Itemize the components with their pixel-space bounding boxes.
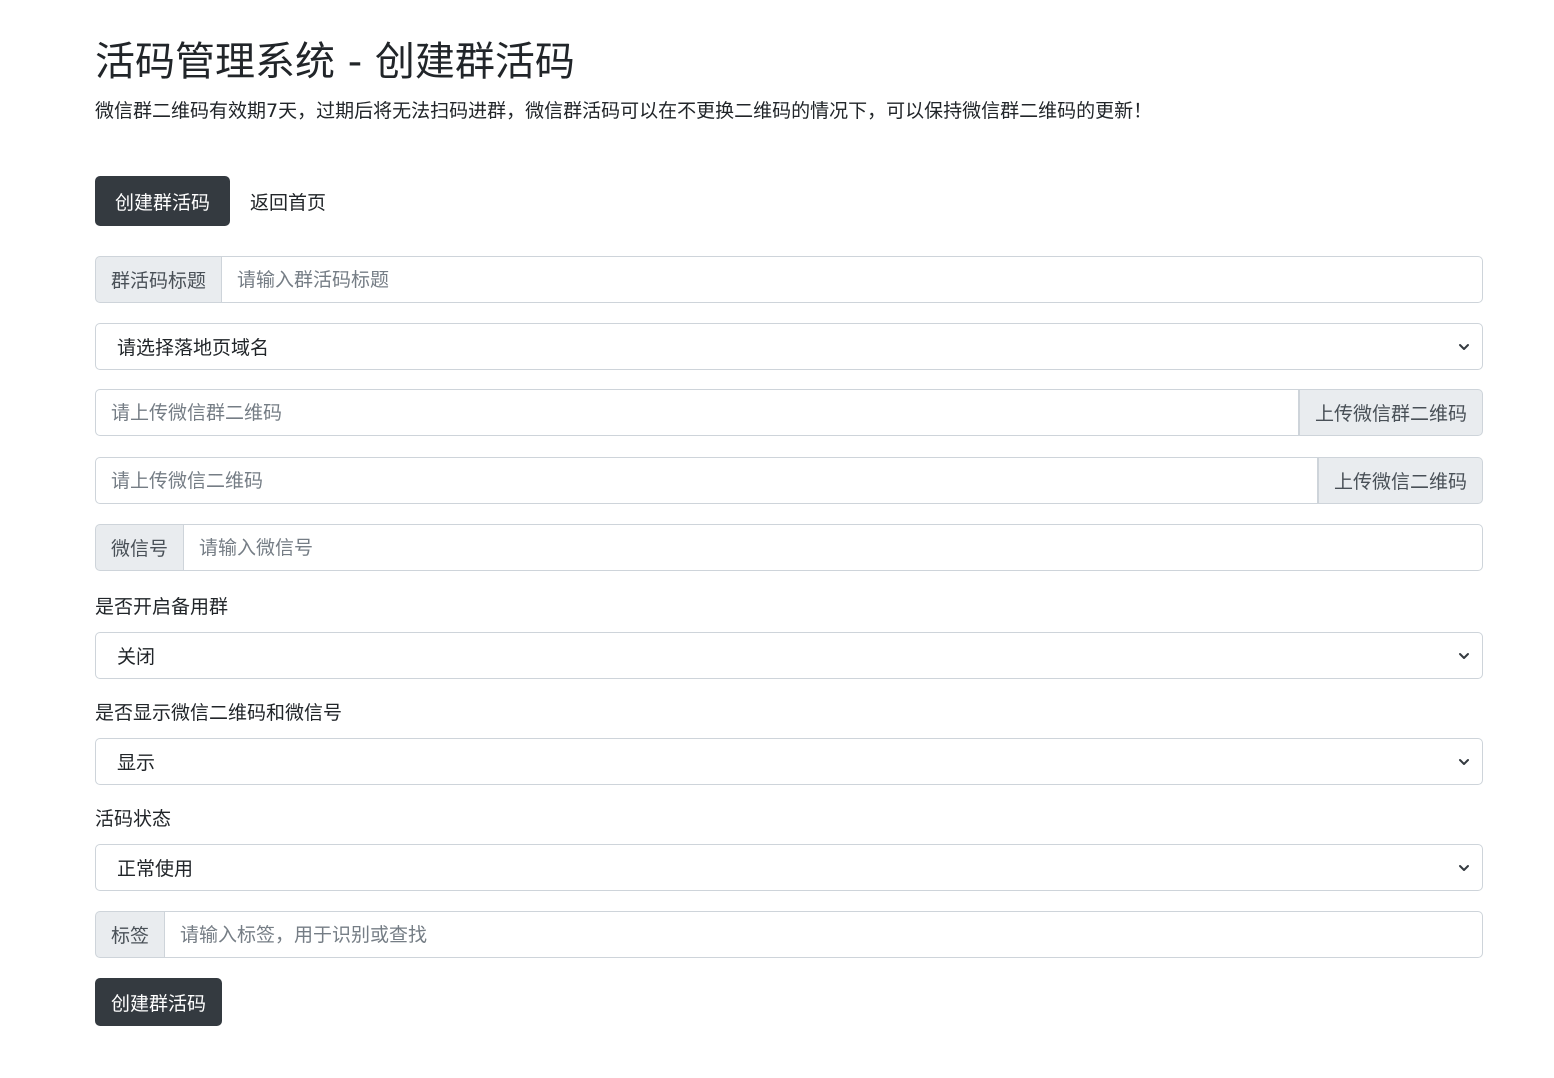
wechat-id-input[interactable] — [183, 524, 1483, 571]
wechat-id-input-group: 微信号 — [95, 524, 1483, 571]
group-qr-row: 上传微信群二维码 — [95, 389, 1483, 436]
wechat-qr-row: 上传微信二维码 — [95, 457, 1483, 504]
domain-select-value: 请选择落地页域名 — [117, 337, 270, 359]
title-input[interactable] — [221, 256, 1483, 303]
show-wechat-row: 是否显示微信二维码和微信号 — [95, 700, 1483, 726]
chevron-down-icon — [1459, 343, 1469, 350]
status-select-value: 正常使用 — [117, 858, 194, 880]
tag-input-group: 标签 — [95, 911, 1483, 958]
chevron-down-icon — [1459, 758, 1469, 765]
nav-pills: 创建群活码 返回首页 — [95, 176, 346, 226]
title-addon: 群活码标题 — [95, 256, 222, 303]
upload-wechat-qr-button[interactable]: 上传微信二维码 — [1317, 457, 1483, 504]
group-qr-input[interactable] — [95, 389, 1299, 436]
backup-group-select[interactable]: 关闭 — [95, 632, 1483, 679]
show-wechat-select-value: 显示 — [117, 752, 156, 774]
wechat-id-addon: 微信号 — [95, 524, 184, 571]
backup-group-select-row: 关闭 — [95, 632, 1483, 679]
upload-group-qr-button[interactable]: 上传微信群二维码 — [1298, 389, 1483, 436]
wechat-qr-input[interactable] — [95, 457, 1318, 504]
tag-row: 标签 — [95, 911, 1483, 958]
show-wechat-select-row: 显示 — [95, 738, 1483, 785]
chevron-down-icon — [1459, 864, 1469, 871]
backup-group-row: 是否开启备用群 — [95, 594, 1483, 620]
domain-select[interactable]: 请选择落地页域名 — [95, 323, 1483, 370]
status-select[interactable]: 正常使用 — [95, 844, 1483, 891]
title-input-group: 群活码标题 — [95, 256, 1483, 303]
wechat-qr-input-group: 上传微信二维码 — [95, 457, 1483, 504]
status-select-row: 正常使用 — [95, 844, 1483, 891]
wechat-id-row: 微信号 — [95, 524, 1483, 571]
tab-create-group-code[interactable]: 创建群活码 — [95, 176, 231, 226]
create-group-code-button[interactable]: 创建群活码 — [95, 978, 223, 1026]
title-field-row: 群活码标题 — [95, 256, 1483, 303]
page-description: 微信群二维码有效期7天，过期后将无法扫码进群，微信群活码可以在不更换二维码的情况… — [95, 100, 1153, 122]
page-title: 活码管理系统 - 创建群活码 — [95, 39, 575, 85]
status-row: 活码状态 — [95, 806, 1483, 832]
back-home-link[interactable]: 返回首页 — [230, 176, 346, 226]
backup-group-label: 是否开启备用群 — [95, 596, 229, 618]
domain-select-row: 请选择落地页域名 — [95, 323, 1483, 370]
tag-input[interactable] — [164, 911, 1483, 958]
chevron-down-icon — [1459, 652, 1469, 659]
backup-group-select-value: 关闭 — [117, 646, 156, 668]
show-wechat-select[interactable]: 显示 — [95, 738, 1483, 785]
tag-addon: 标签 — [95, 911, 165, 958]
show-wechat-label: 是否显示微信二维码和微信号 — [95, 702, 343, 724]
status-label: 活码状态 — [95, 808, 172, 830]
group-qr-input-group: 上传微信群二维码 — [95, 389, 1483, 436]
